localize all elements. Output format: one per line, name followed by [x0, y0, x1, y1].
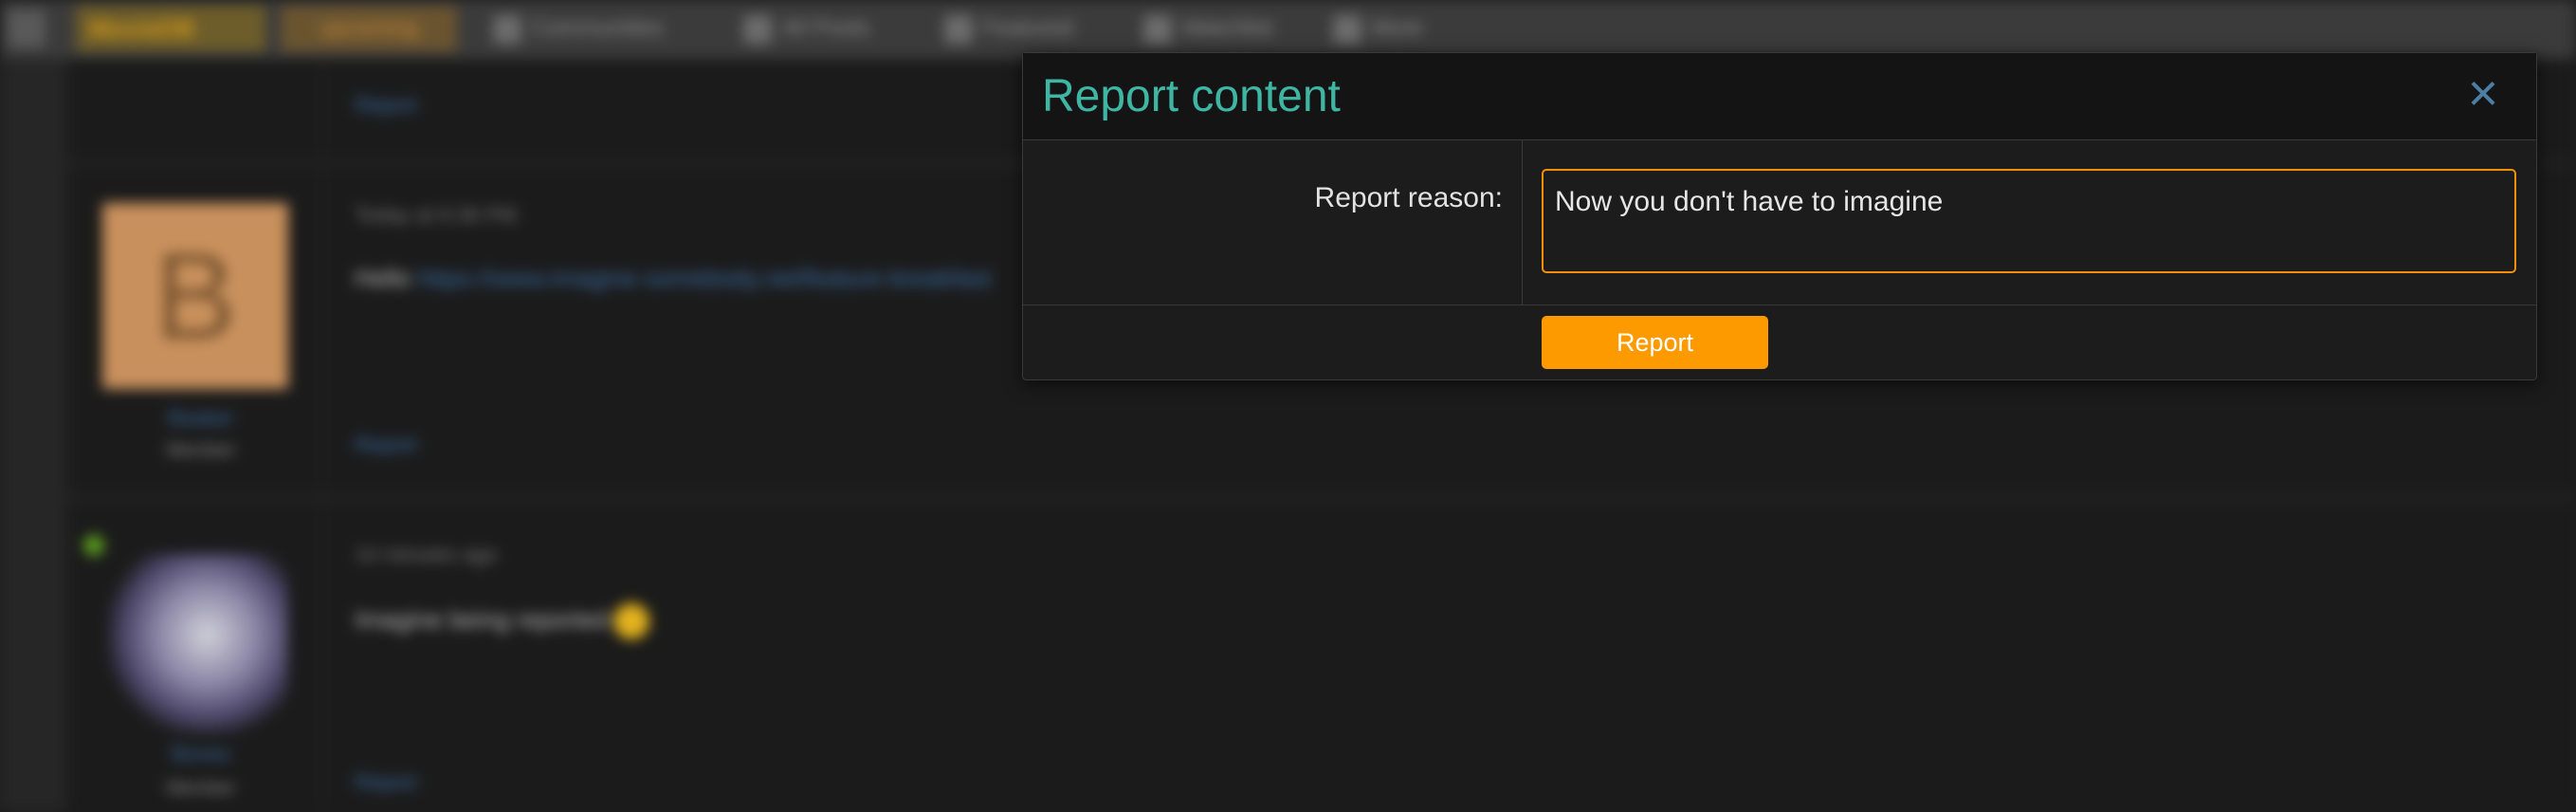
site-logo[interactable]: MovieDB — [76, 6, 265, 51]
report-content-dialog: Report content × Report reason: Report — [1022, 52, 2537, 380]
report-reason-input[interactable] — [1542, 169, 2516, 273]
post-body: Hello https://www.imagine-somebody.net/f… — [355, 264, 992, 292]
post-report-link[interactable]: Report — [355, 93, 417, 118]
avatar[interactable]: B — [102, 203, 288, 389]
nav-item-more[interactable]: More — [1333, 9, 1423, 47]
post-timestamp[interactable]: 14 minutes ago — [355, 543, 497, 567]
nav-item-featured[interactable]: Featured — [944, 9, 1073, 47]
post-divider — [321, 59, 323, 157]
post-timestamp[interactable]: Today at 6:36 PM — [355, 203, 517, 228]
post-divider — [321, 505, 323, 812]
nav-item-communities[interactable]: Communities — [493, 9, 664, 47]
hamburger-menu-icon[interactable] — [8, 9, 46, 47]
report-reason-label-cell: Report reason: — [1023, 140, 1523, 304]
close-icon[interactable]: × — [2458, 66, 2508, 120]
dialog-footer: Report — [1023, 305, 2536, 381]
post-link[interactable]: https://www.imagine-somebody.net/feature… — [417, 264, 991, 292]
report-button[interactable]: Report — [1542, 316, 1768, 369]
report-reason-label: Report reason: — [1314, 182, 1503, 213]
bookmark-icon — [1143, 14, 1172, 44]
grid-icon — [493, 14, 521, 44]
post-body: Imagine being reported — [355, 603, 650, 639]
nav-item-all-posts[interactable]: All Posts — [743, 9, 869, 47]
post-divider — [321, 169, 323, 491]
post-user-role: Member — [166, 778, 236, 799]
laughing-emoji-icon — [613, 603, 650, 639]
chat-icon — [743, 14, 772, 44]
post-username[interactable]: Bones — [144, 742, 258, 766]
report-reason-row: Report reason: — [1023, 140, 2536, 305]
dialog-title: Report content — [1042, 71, 1341, 121]
post-username[interactable]: Beaker — [144, 406, 258, 431]
nav-item-watchlist[interactable]: Watchlist — [1143, 9, 1272, 47]
post-report-link[interactable]: Report — [355, 433, 417, 457]
left-rail — [0, 59, 64, 812]
top-navigation: MovieDB upcoming Communities All Posts F… — [0, 0, 2576, 59]
post: Bones Member 14 minutes ago Imagine bein… — [70, 505, 2576, 812]
post-report-link[interactable]: Report — [355, 770, 417, 795]
dialog-header: Report content × — [1023, 53, 2536, 140]
more-icon — [1333, 14, 1361, 44]
online-indicator — [83, 535, 104, 556]
star-icon — [944, 14, 973, 44]
post-user-role: Member — [166, 440, 236, 461]
nav-badge[interactable]: upcoming — [281, 6, 457, 51]
avatar[interactable] — [108, 554, 288, 734]
